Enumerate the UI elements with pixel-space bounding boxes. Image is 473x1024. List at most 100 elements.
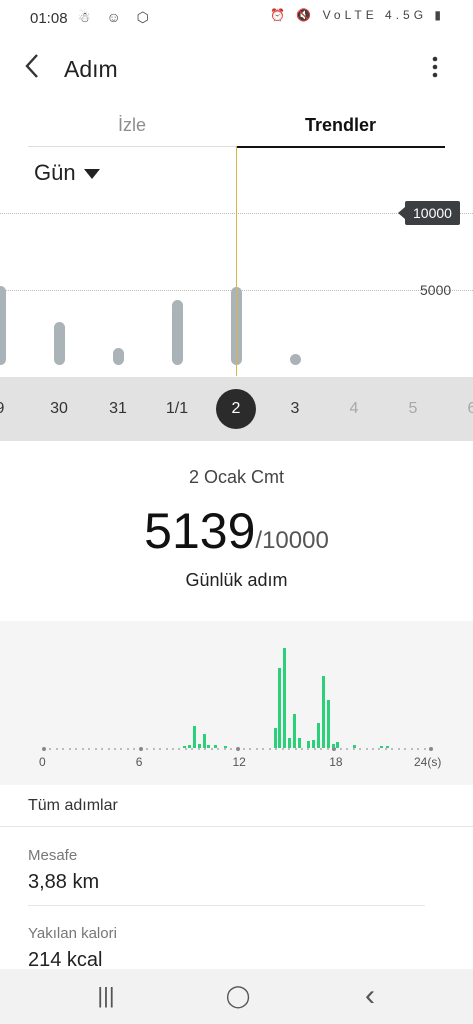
trend-bar bbox=[113, 347, 124, 365]
axis-dot bbox=[88, 748, 91, 750]
hourly-bar bbox=[317, 723, 321, 748]
period-label: Gün bbox=[34, 160, 76, 185]
home-icon[interactable]: ◯ bbox=[218, 981, 258, 1011]
status-bar: 01:08 ☃ ☺ ⬡ ⏰ 🔇 VoLTE 4.5G ▮ bbox=[0, 0, 473, 38]
hourly-steps-chart: 0 6 12 18 24(s) bbox=[0, 621, 473, 785]
axis-dot bbox=[172, 748, 174, 750]
hourly-bar bbox=[188, 745, 192, 748]
step-goal: /10000 bbox=[255, 527, 329, 554]
day-item[interactable]: 3 bbox=[275, 377, 315, 441]
hourly-bar bbox=[297, 738, 301, 748]
step-count-value: 5139 bbox=[144, 503, 256, 559]
axis-dot bbox=[281, 748, 284, 750]
day-item[interactable]: 5 bbox=[393, 377, 433, 441]
axis-dot bbox=[101, 748, 104, 750]
axis-dot bbox=[178, 748, 181, 750]
axis-dot bbox=[346, 748, 349, 750]
axis-dot bbox=[159, 748, 162, 750]
trend-bar bbox=[172, 299, 183, 365]
hourly-bar bbox=[273, 728, 277, 748]
axis-tick-label: 12 bbox=[232, 755, 246, 769]
axis-dot bbox=[197, 748, 200, 750]
axis-dot bbox=[210, 748, 213, 750]
axis-dot bbox=[81, 748, 84, 750]
divider bbox=[0, 826, 473, 827]
axis-dot bbox=[423, 748, 426, 750]
axis-dot bbox=[384, 748, 387, 750]
axis-dot bbox=[146, 748, 149, 750]
axis-dot bbox=[378, 748, 381, 750]
axis-dot bbox=[313, 748, 316, 750]
axis-dot bbox=[255, 748, 258, 750]
page-title: Adım bbox=[64, 56, 118, 82]
day-item[interactable]: 9 bbox=[0, 377, 20, 441]
selection-cursor-line bbox=[236, 146, 237, 376]
axis-dot bbox=[275, 748, 278, 750]
axis-dot bbox=[294, 748, 297, 750]
divider bbox=[28, 905, 425, 906]
axis-dot bbox=[359, 748, 362, 750]
distance-label: Mesafe bbox=[28, 847, 78, 864]
daily-steps-label: Günlük adım bbox=[185, 570, 288, 590]
day-item[interactable]: 30 bbox=[39, 377, 79, 441]
more-options-icon[interactable] bbox=[420, 54, 450, 84]
nav-back-icon[interactable]: ‹ bbox=[350, 981, 390, 1011]
period-dropdown[interactable]: Gün bbox=[34, 160, 100, 186]
axis-dot bbox=[397, 748, 400, 750]
hourly-bar bbox=[283, 648, 287, 748]
hourly-bar bbox=[288, 738, 292, 748]
axis-dot bbox=[184, 748, 187, 750]
axis-dot bbox=[268, 748, 271, 750]
axis-dot bbox=[62, 748, 65, 750]
all-steps-section-title[interactable]: Tüm adımlar bbox=[28, 797, 118, 815]
hourly-bar bbox=[331, 744, 335, 748]
day-selector-strip[interactable]: 9 30 31 1/1 23456 bbox=[0, 377, 473, 441]
day-item[interactable]: 2 bbox=[216, 389, 256, 429]
axis-dot bbox=[133, 748, 136, 750]
hourly-bar bbox=[278, 668, 282, 748]
axis-dot bbox=[94, 748, 97, 750]
dropdown-caret-icon bbox=[83, 169, 100, 180]
axis-dot bbox=[417, 748, 420, 750]
back-arrow-icon[interactable] bbox=[22, 52, 54, 86]
hourly-bar bbox=[213, 745, 217, 748]
axis-dot bbox=[152, 748, 155, 750]
axis-tick-label: 6 bbox=[135, 755, 143, 769]
axis-dot bbox=[404, 748, 407, 750]
status-time: 01:08 bbox=[30, 10, 68, 27]
day-item[interactable]: 4 bbox=[334, 377, 374, 441]
axis-dot bbox=[75, 748, 78, 750]
axis-dot bbox=[126, 748, 129, 750]
axis-tick bbox=[235, 747, 240, 751]
hourly-bar bbox=[307, 741, 311, 748]
axis-dot bbox=[249, 748, 252, 750]
day-item[interactable]: 1/1 bbox=[157, 377, 197, 441]
system-nav-bar: ||| ◯ ‹ bbox=[0, 969, 473, 1024]
selected-date: 2 Ocak Cmt bbox=[188, 467, 285, 487]
axis-dot bbox=[242, 748, 245, 750]
axis-dot bbox=[391, 748, 394, 750]
hourly-bar bbox=[380, 746, 383, 748]
axis-dot bbox=[68, 748, 71, 750]
axis-dot bbox=[371, 748, 374, 750]
hourly-bar bbox=[321, 676, 325, 748]
axis-dot bbox=[288, 748, 291, 750]
tab-izle[interactable]: İzle bbox=[28, 112, 236, 147]
system-status-icons: ⏰ 🔇 VoLTE 4.5G ▮ bbox=[270, 8, 445, 22]
day-item[interactable]: 31 bbox=[98, 377, 138, 441]
axis-dot bbox=[165, 748, 168, 750]
axis-dot bbox=[120, 748, 123, 750]
hourly-bar bbox=[292, 714, 296, 748]
axis-tick bbox=[138, 747, 143, 751]
hourly-bar bbox=[207, 745, 211, 748]
calorie-label: Yakılan kalori bbox=[28, 925, 117, 942]
trend-bar bbox=[54, 322, 65, 365]
day-item[interactable]: 6 bbox=[452, 377, 473, 441]
recent-apps-icon[interactable]: ||| bbox=[86, 981, 126, 1011]
hourly-bar bbox=[192, 726, 196, 748]
tab-trendler[interactable]: Trendler bbox=[236, 112, 445, 148]
hourly-bar bbox=[386, 746, 390, 748]
axis-tick-label: 18 bbox=[329, 755, 343, 769]
axis-dot bbox=[49, 748, 52, 750]
axis-dot bbox=[410, 748, 413, 750]
